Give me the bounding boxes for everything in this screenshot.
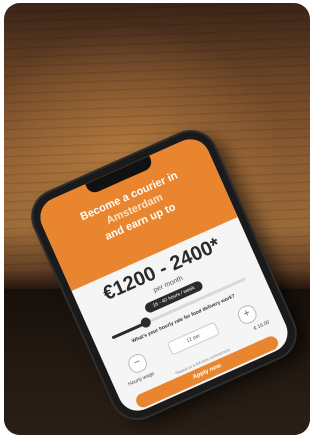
slider-handle[interactable] <box>138 316 152 330</box>
plus-button[interactable]: + <box>235 302 260 327</box>
photo-frame: Become a courier in Amsterdam and earn u… <box>4 3 310 435</box>
minus-button[interactable]: − <box>125 351 150 376</box>
